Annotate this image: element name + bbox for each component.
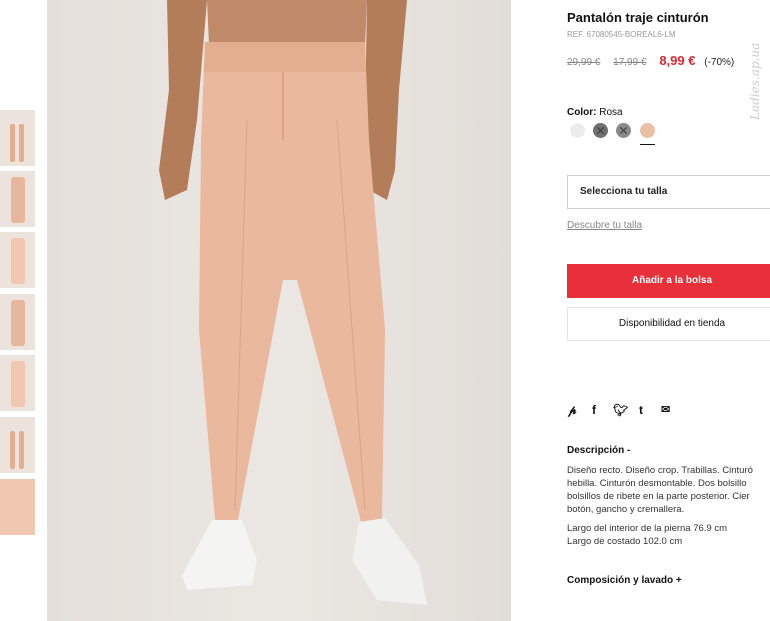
color-row: Color: Rosa (567, 107, 623, 118)
description-line: bolsillos de ribete en la parte posterio… (567, 491, 750, 502)
thumbnail-3[interactable] (0, 232, 35, 288)
swatch-white[interactable] (570, 123, 585, 138)
swatch-grey-dark[interactable] (593, 123, 608, 138)
description-line: Diseño recto. Diseño crop. Trabillas. Ci… (567, 465, 753, 476)
watermark-text: Ladies.ap.ua (748, 42, 762, 120)
store-availability-button[interactable]: Disponibilidad en tienda (567, 307, 770, 341)
price-block: 29,99 € 17,99 € 8,99 € (-70%) (567, 53, 734, 68)
share-icons: 𝓅 f 🐦︎ t ✉ (568, 402, 688, 418)
thumbnail-2[interactable] (0, 171, 35, 227)
price-current: 8,99 € (659, 53, 696, 68)
product-ref: REF. 67080545-BOREAL6-LM (567, 30, 676, 39)
facebook-icon[interactable]: f (592, 402, 596, 418)
thumbnail-4[interactable] (0, 294, 35, 350)
measurement-line: Largo de costado 102.0 cm (567, 536, 683, 547)
color-value: Rosa (599, 107, 623, 118)
tumblr-icon[interactable]: t (639, 402, 643, 418)
swatch-grey[interactable] (616, 123, 631, 138)
description-body: Diseño recto. Diseño crop. Trabillas. Ci… (567, 464, 770, 548)
watermark: Ladies.ap.ua (744, 18, 764, 128)
color-swatches (570, 123, 670, 147)
discover-size-link[interactable]: Descubre tu talla (567, 220, 642, 231)
email-icon[interactable]: ✉ (661, 402, 670, 418)
size-select[interactable]: Selecciona tu talla (567, 175, 770, 209)
description-line: hebilla. Cinturón desmontable. Dos bolsi… (567, 478, 747, 489)
description-title[interactable]: Descripción - (567, 445, 630, 456)
measurement-line: Largo del interior de la pierna 76.9 cm (567, 523, 728, 534)
selected-swatch-indicator (640, 144, 655, 145)
price-original: 29,99 € (567, 57, 601, 68)
pinterest-icon[interactable]: 𝓅 (568, 402, 577, 418)
swatch-rosa[interactable] (640, 123, 655, 138)
discount-badge: (-70%) (704, 57, 735, 68)
pants-illustration (47, 0, 511, 621)
twitter-icon[interactable]: 🐦︎ (613, 402, 628, 418)
thumbnail-6[interactable] (0, 417, 35, 473)
thumbnail-1[interactable] (0, 110, 35, 166)
color-label: Color: (567, 107, 597, 118)
thumbnail-5[interactable] (0, 355, 35, 411)
main-product-image[interactable] (47, 0, 511, 621)
add-to-bag-button[interactable]: Añadir a la bolsa (567, 264, 770, 298)
composition-title[interactable]: Composición y lavado + (567, 575, 682, 586)
description-line: botón, gancho y cremallera. (567, 504, 685, 515)
thumbnail-7[interactable] (0, 479, 35, 535)
product-title: Pantalón traje cinturón (567, 10, 709, 25)
price-previous: 17,99 € (613, 57, 647, 68)
